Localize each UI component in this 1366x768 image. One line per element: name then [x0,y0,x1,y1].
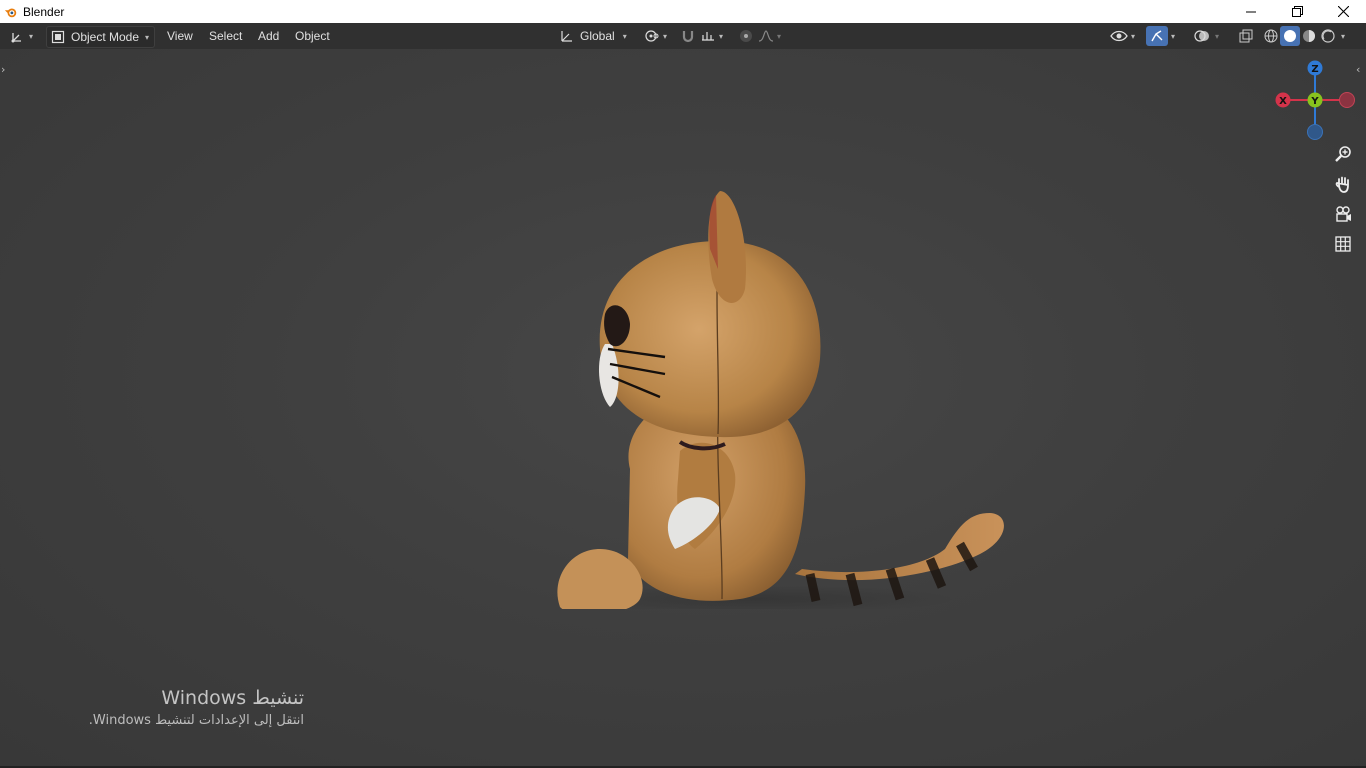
wireframe-sphere-icon [1264,29,1278,43]
minimize-button[interactable] [1228,0,1274,23]
pivot-icon [645,30,659,42]
xray-toggle[interactable] [1236,26,1256,46]
material-sphere-icon [1303,30,1315,42]
visibility-dropdown[interactable]: ▾ [1110,26,1140,46]
cat-model[interactable] [540,129,1030,609]
chevron-down-icon: ▾ [719,31,724,41]
shading-dropdown[interactable]: ▾ [1338,26,1354,46]
editor-type-button[interactable]: ▾ [10,26,38,46]
blender-logo-icon [4,8,17,17]
gizmo-x-label: X [1279,96,1287,107]
close-icon [1337,6,1349,17]
zoom-button[interactable] [1330,141,1356,167]
shading-rendered-button[interactable] [1319,26,1337,46]
navigation-tools [1330,141,1356,261]
viewport-header: ▾ Object Mode ▾ View Select Add Object G… [0,23,1366,49]
chevron-down-icon: ▾ [1131,31,1136,41]
grid-icon [1335,236,1351,252]
minimize-icon [1246,11,1256,12]
navigation-gizmo[interactable]: Z X Y [1268,57,1364,147]
gizmo-icon [1151,30,1163,42]
gizmo-y-label: Y [1310,96,1319,107]
xray-icon [1239,29,1253,43]
gizmo-z-axis[interactable]: Z [1307,60,1323,76]
viewport-editor-icon [11,33,21,43]
shading-wireframe-button[interactable] [1262,26,1280,46]
proportional-editing-toggle[interactable] [736,26,756,46]
overlays-toggle[interactable] [1192,26,1212,46]
magnet-icon [682,31,694,43]
overlays-icon [1194,30,1209,42]
orientation-icon [561,31,572,42]
title-bar: Blender [0,0,1366,23]
rendered-sphere-icon [1321,29,1335,43]
camera-view-button[interactable] [1330,201,1356,227]
overlays-dropdown[interactable]: ▾ [1212,26,1228,46]
proportional-editing-icon [740,30,752,42]
pan-button[interactable] [1330,171,1356,197]
restore-icon [1291,6,1303,17]
snap-target-dropdown[interactable]: ▾ [700,26,730,46]
chevron-down-icon: ▾ [1215,31,1220,41]
hand-icon [1335,176,1349,193]
3d-viewport[interactable]: › ‹ Z X Y تنشيط Windows انتقل إلى الإعدا… [0,49,1366,768]
transform-orientation-dropdown[interactable]: Global ▾ [560,26,636,46]
menu-object[interactable]: Object [289,26,336,46]
menu-add[interactable]: Add [252,26,285,46]
windows-activation-watermark: تنشيط Windows انتقل إلى الإعدادات لتنشيط… [89,687,304,728]
solid-sphere-icon [1284,30,1296,42]
gizmo-z-label: Z [1311,64,1318,75]
object-mode-icon [51,30,65,44]
mode-dropdown[interactable]: Object Mode ▾ [46,26,155,48]
snap-toggle[interactable] [678,26,698,46]
zoom-icon [1335,146,1351,162]
chevron-down-icon: ▾ [1171,31,1176,41]
toolbar-expand-arrow-icon[interactable]: › [1,63,5,76]
close-button[interactable] [1320,0,1366,23]
ortho-toggle-button[interactable] [1330,231,1356,257]
gizmo-toggle[interactable] [1146,26,1168,46]
camera-icon [1336,206,1351,222]
mode-label: Object Mode [71,30,140,44]
pivot-point-dropdown[interactable]: ▾ [644,26,672,46]
chevron-down-icon: ▾ [1341,31,1346,41]
chevron-down-icon: ▾ [663,31,668,41]
restore-button[interactable] [1274,0,1320,23]
watermark-title: تنشيط Windows [161,687,304,709]
orientation-label: Global [580,29,615,43]
falloff-curve-icon [758,30,774,42]
window-title: Blender [23,4,65,19]
shading-solid-button[interactable] [1280,26,1300,46]
falloff-dropdown[interactable]: ▾ [758,26,786,46]
gizmo-y-axis[interactable]: Y [1307,92,1323,108]
menu-select[interactable]: Select [203,26,248,46]
watermark-subtitle: انتقل إلى الإعدادات لتنشيط Windows. [88,713,304,728]
chevron-down-icon: ▾ [622,31,627,41]
chevron-down-icon: ▾ [145,32,150,42]
snap-increment-icon [702,32,714,41]
menu-view[interactable]: View [161,26,199,46]
chevron-down-icon: ▾ [777,31,782,41]
gizmo-dropdown[interactable]: ▾ [1168,26,1182,46]
gizmo-x-axis[interactable]: X [1275,92,1291,108]
eye-icon [1110,30,1128,42]
shading-material-button[interactable] [1300,26,1318,46]
chevron-down-icon: ▾ [29,31,34,41]
